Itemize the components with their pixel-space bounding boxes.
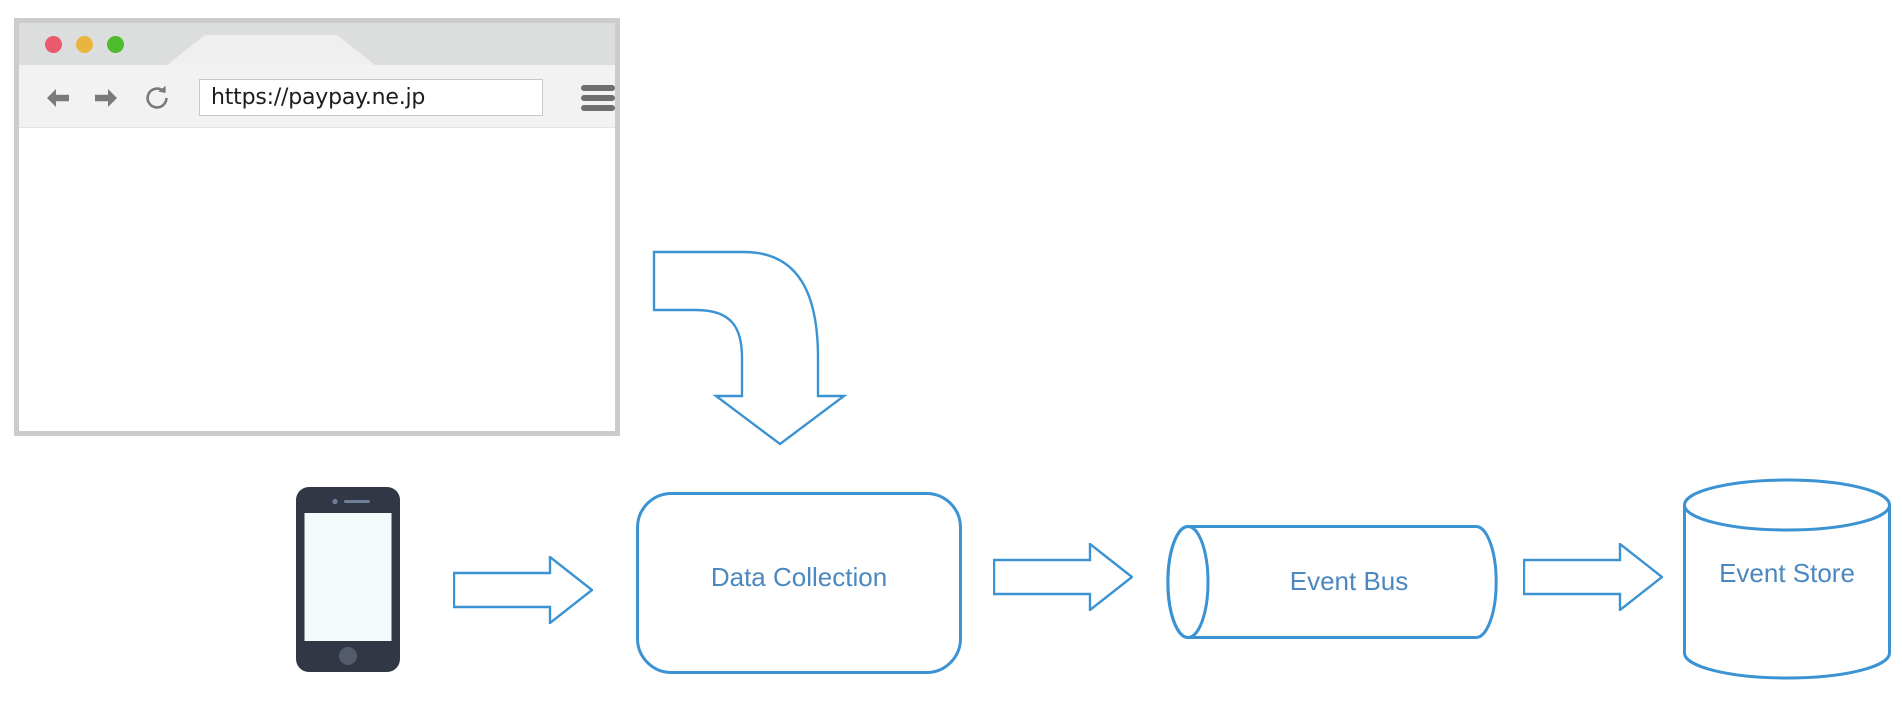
smartphone-icon <box>296 487 400 672</box>
minimize-window-button[interactable] <box>76 36 93 53</box>
back-arrow-icon[interactable] <box>45 85 71 111</box>
hamburger-bar <box>581 95 615 101</box>
arrow-event-bus-to-event-store <box>1523 543 1663 611</box>
node-event-bus[interactable]: Event Bus <box>1166 524 1498 640</box>
address-bar[interactable]: https://paypay.ne.jp <box>199 79 543 116</box>
node-event-store[interactable]: Event Store <box>1682 478 1892 680</box>
browser-tab-bar <box>19 23 615 65</box>
window-controls <box>45 36 124 53</box>
browser-tab[interactable] <box>167 35 375 65</box>
arrow-phone-to-data-collection <box>453 556 593 624</box>
browser-viewport <box>19 128 615 430</box>
diagram-canvas: https://paypay.ne.jp Data Collection Eve… <box>0 0 1902 702</box>
hamburger-bar <box>581 105 615 111</box>
hamburger-bar <box>581 85 615 91</box>
arrow-data-collection-to-event-bus <box>993 543 1133 611</box>
node-data-collection[interactable]: Data Collection <box>636 492 962 674</box>
address-bar-text: https://paypay.ne.jp <box>211 85 426 110</box>
browser-window-mockup: https://paypay.ne.jp <box>14 18 620 436</box>
reload-icon[interactable] <box>143 84 169 110</box>
forward-arrow-icon[interactable] <box>93 85 119 111</box>
hamburger-menu-icon[interactable] <box>581 85 615 111</box>
maximize-window-button[interactable] <box>107 36 124 53</box>
arrow-browser-to-data-collection <box>652 248 848 446</box>
close-window-button[interactable] <box>45 36 62 53</box>
browser-toolbar: https://paypay.ne.jp <box>19 65 615 128</box>
